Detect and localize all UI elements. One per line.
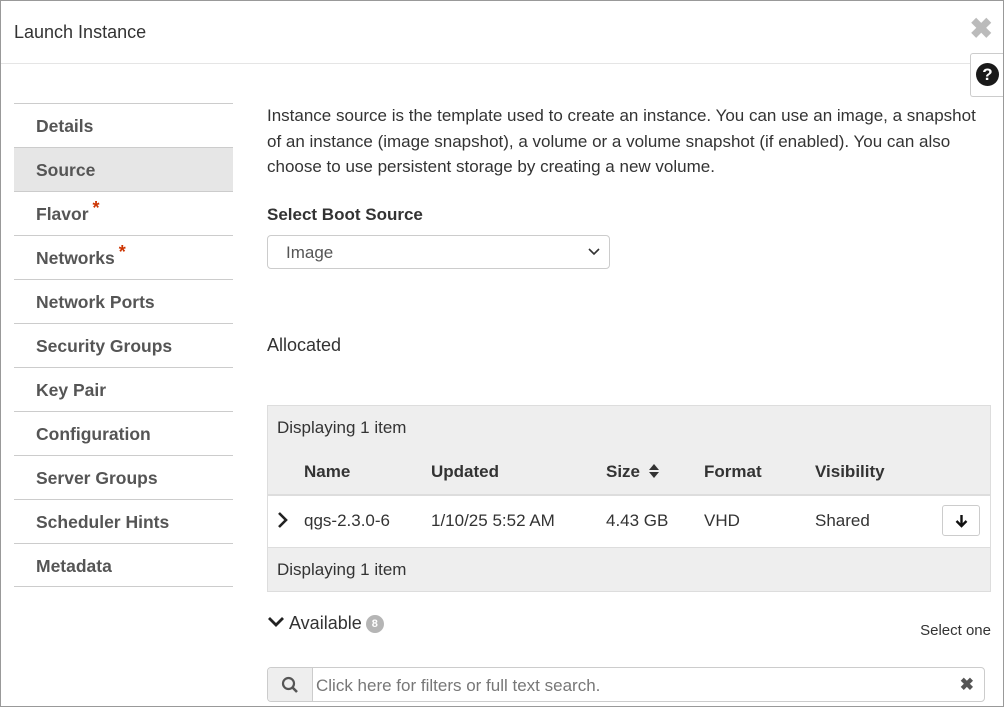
column-visibility[interactable]: Visibility — [815, 462, 885, 482]
table-footer-count: Displaying 1 item — [268, 548, 990, 591]
source-panel: Instance source is the template used to … — [267, 103, 991, 702]
chevron-down-icon — [268, 617, 284, 628]
nav-item-security-groups[interactable]: Security Groups — [14, 323, 233, 367]
deallocate-button[interactable] — [942, 505, 980, 536]
filter-search-bar: ✖ — [267, 667, 985, 702]
nav-item-label: Scheduler Hints — [36, 512, 170, 532]
nav-item-label: Configuration — [36, 424, 151, 444]
nav-item-networks[interactable]: Networks * — [14, 235, 233, 279]
available-toggle[interactable]: Available 8 — [267, 613, 384, 635]
cell-name: qgs-2.3.0-6 — [304, 511, 390, 530]
column-updated[interactable]: Updated — [431, 462, 499, 482]
launch-instance-modal: Launch Instance ✖ ? Details Source Flavo… — [0, 0, 1004, 707]
column-size-label: Size — [606, 462, 641, 481]
available-label: Available — [289, 613, 362, 633]
column-name[interactable]: Name — [304, 462, 350, 482]
required-mark: * — [118, 242, 126, 262]
allocated-heading: Allocated — [267, 335, 342, 355]
help-button[interactable]: ? — [970, 53, 1003, 97]
close-icon[interactable]: ✖ — [970, 15, 993, 43]
table-row: qgs-2.3.0-6 1/10/25 5:52 AM 4.43 GB VHD … — [268, 496, 990, 548]
search-addon — [268, 668, 313, 701]
boot-source-label: Select Boot Source — [267, 205, 423, 224]
select-one-hint: Select one — [920, 622, 991, 639]
modal-title: Launch Instance — [14, 22, 147, 42]
required-mark: * — [92, 198, 100, 218]
nav-item-label: Details — [36, 116, 94, 136]
modal-header: Launch Instance ✖ — [1, 1, 1003, 64]
nav-item-label: Server Groups — [36, 468, 158, 488]
cell-size: 4.43 GB — [606, 511, 669, 530]
nav-item-source[interactable]: Source — [14, 147, 233, 191]
nav-item-label: Network Ports — [36, 292, 155, 312]
nav-item-label: Source — [36, 160, 96, 180]
nav-item-configuration[interactable]: Configuration — [14, 411, 233, 455]
available-count-badge: 8 — [365, 615, 384, 633]
nav-item-label: Metadata — [36, 556, 112, 576]
nav-item-network-ports[interactable]: Network Ports — [14, 279, 233, 323]
boot-source-select[interactable]: Image — [267, 235, 610, 269]
search-icon — [281, 676, 298, 693]
table-item-count: Displaying 1 item — [268, 406, 990, 450]
column-format[interactable]: Format — [704, 462, 762, 482]
nav-item-flavor[interactable]: Flavor * — [14, 191, 233, 235]
search-input[interactable] — [314, 669, 938, 702]
cell-visibility: Shared — [815, 511, 870, 530]
source-intro-text: Instance source is the template used to … — [267, 106, 976, 176]
chevron-down-icon — [588, 248, 600, 256]
nav-item-label: Security Groups — [36, 336, 173, 356]
column-size[interactable]: Size — [606, 462, 660, 482]
times-icon[interactable]: ✖ — [960, 675, 974, 695]
table-header: Name Updated Size Format Visibility — [268, 450, 990, 496]
arrow-down-icon — [955, 515, 968, 528]
boot-source-value: Image — [286, 243, 334, 262]
cell-format: VHD — [704, 511, 740, 530]
nav-item-scheduler-hints[interactable]: Scheduler Hints — [14, 499, 233, 543]
question-circle-icon: ? — [976, 63, 999, 86]
nav-item-label: Networks — [36, 248, 115, 268]
nav-item-key-pair[interactable]: Key Pair — [14, 367, 233, 411]
cell-updated: 1/10/25 5:52 AM — [431, 511, 555, 530]
nav-item-metadata[interactable]: Metadata — [14, 543, 233, 587]
sort-icon — [648, 464, 659, 478]
chevron-right-icon[interactable] — [276, 511, 290, 529]
nav-item-server-groups[interactable]: Server Groups — [14, 455, 233, 499]
nav-item-details[interactable]: Details — [14, 103, 233, 147]
nav-item-label: Key Pair — [36, 380, 107, 400]
nav-item-label: Flavor — [36, 204, 89, 224]
allocated-table: Displaying 1 item Name Updated Size Form… — [267, 405, 991, 592]
wizard-nav: Details Source Flavor * Networks * Network… — [14, 103, 233, 587]
